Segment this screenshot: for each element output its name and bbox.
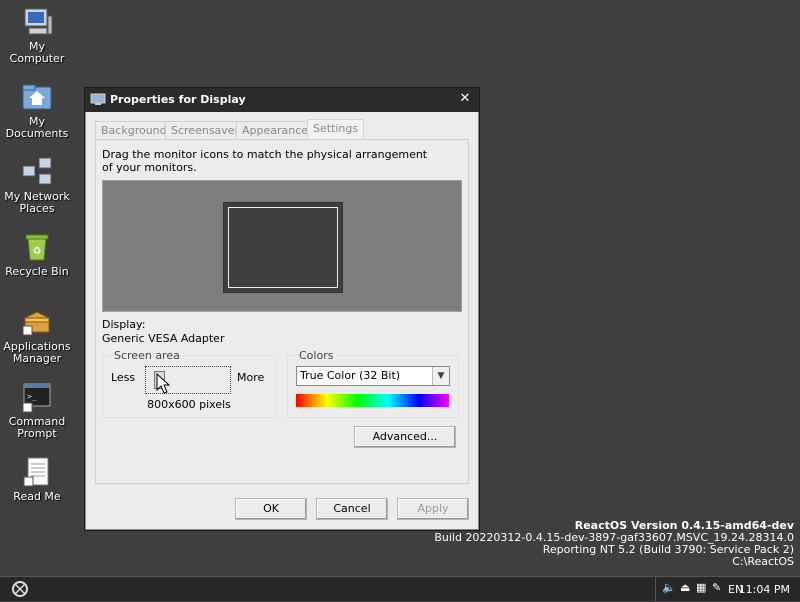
- command-prompt-icon: >_: [21, 381, 53, 413]
- display-properties-icon: [90, 93, 106, 106]
- resolution-value: 800x600 pixels: [147, 398, 231, 411]
- network-status-icon[interactable]: ▦: [696, 581, 706, 594]
- volume-icon[interactable]: 🔈: [662, 581, 676, 594]
- svg-text:>_: >_: [27, 392, 37, 401]
- network-icon: [21, 156, 53, 188]
- display-adapter-name: Generic VESA Adapter: [102, 332, 225, 345]
- screen-area-title: Screen area: [111, 349, 183, 362]
- tab-background[interactable]: Background: [95, 121, 173, 139]
- desktop-icon-my-documents[interactable]: My Documents: [0, 81, 74, 140]
- close-icon[interactable]: ✕: [458, 92, 472, 106]
- desktop-icon-my-network-places[interactable]: My Network Places: [0, 156, 74, 215]
- advanced-button[interactable]: Advanced...: [354, 426, 456, 448]
- more-label: More: [237, 371, 265, 384]
- apply-button[interactable]: Apply: [397, 498, 469, 520]
- applications-manager-icon: [21, 306, 53, 338]
- computer-icon: [21, 6, 53, 38]
- cancel-button[interactable]: Cancel: [316, 498, 388, 520]
- text-document-icon: [21, 456, 53, 488]
- color-depth-select[interactable]: True Color (32 Bit) ▼: [296, 366, 450, 386]
- clean-icon[interactable]: ✎: [712, 581, 721, 594]
- dialog-title: Properties for Display: [110, 93, 246, 106]
- monitor-icon[interactable]: [223, 202, 343, 293]
- desktop-icon-applications-manager[interactable]: Applications Manager: [0, 306, 74, 365]
- screen-area-group: Screen area Less More 800x600 pixels: [102, 349, 276, 418]
- clock[interactable]: 11:04 PM: [739, 583, 790, 596]
- start-button[interactable]: [6, 579, 34, 599]
- taskbar: 🔈 ⏏ ▦ ✎ EN 11:04 PM: [0, 576, 800, 601]
- arrangement-instructions: Drag the monitor icons to match the phys…: [102, 148, 428, 174]
- display-properties-dialog: Properties for Display ✕ Background Scre…: [84, 87, 480, 531]
- colors-title: Colors: [296, 349, 337, 362]
- svg-text:♻: ♻: [33, 246, 42, 257]
- dialog-titlebar[interactable]: Properties for Display ✕: [85, 88, 479, 112]
- documents-folder-icon: [21, 81, 53, 113]
- system-path-line: C:\ReactOS: [732, 555, 794, 568]
- safely-remove-hardware-icon[interactable]: ⏏: [680, 581, 690, 594]
- desktop-icon-recycle-bin[interactable]: ♻ Recycle Bin: [0, 231, 74, 278]
- mouse-cursor-icon: [156, 372, 171, 398]
- resolution-slider[interactable]: [145, 366, 231, 394]
- color-depth-value: True Color (32 Bit): [300, 369, 401, 382]
- version-info: ReactOS Version 0.4.15-amd64-dev Build 2…: [434, 520, 794, 568]
- colors-group: Colors True Color (32 Bit) ▼: [287, 349, 459, 418]
- ok-button[interactable]: OK: [235, 498, 307, 520]
- less-label: Less: [111, 371, 136, 384]
- desktop-icon-my-computer[interactable]: My Computer: [0, 6, 74, 65]
- chevron-down-icon[interactable]: ▼: [432, 367, 449, 385]
- desktop-icon-read-me[interactable]: Read Me: [0, 456, 74, 503]
- tab-settings[interactable]: Settings: [307, 119, 365, 139]
- settings-panel: Drag the monitor icons to match the phys…: [95, 139, 469, 484]
- tab-screensaver[interactable]: Screensaver: [165, 121, 246, 139]
- recycle-bin-icon: ♻: [21, 231, 53, 263]
- desktop-icon-command-prompt[interactable]: >_ Command Prompt: [0, 381, 74, 440]
- monitor-screen: [228, 207, 338, 288]
- monitor-arrangement-area: [102, 180, 462, 312]
- system-tray: 🔈 ⏏ ▦ ✎ EN 11:04 PM: [655, 577, 800, 601]
- color-spectrum-bar: [296, 394, 449, 407]
- display-label: Display:: [102, 318, 146, 331]
- tab-appearance[interactable]: Appearance: [236, 121, 315, 139]
